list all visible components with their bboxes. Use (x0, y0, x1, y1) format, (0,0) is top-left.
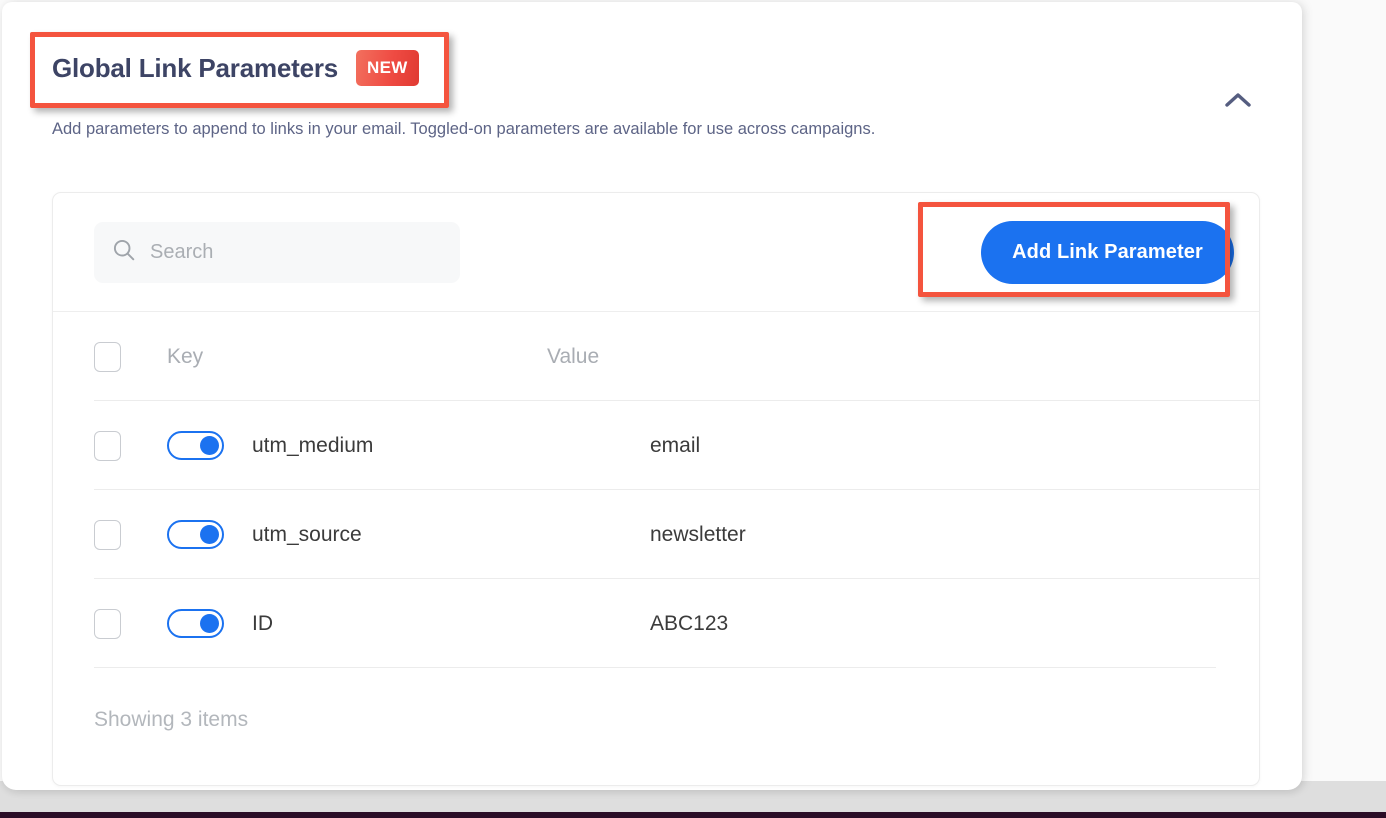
table-row[interactable]: utm_source newsletter (53, 490, 1259, 579)
row-value: newsletter (650, 522, 746, 546)
row-toggle[interactable] (167, 609, 224, 638)
page-title: Global Link Parameters (52, 52, 339, 83)
card-toolbar: Search Add Link Parameter (53, 193, 1259, 312)
table-footer: Showing 3 items (53, 668, 1259, 772)
row-checkbox[interactable] (94, 608, 121, 639)
new-badge: NEW (356, 50, 419, 86)
row-divider (94, 667, 1216, 668)
global-link-parameters-panel: Global Link Parameters NEW Add parameter… (2, 2, 1302, 790)
search-input[interactable]: Search (94, 222, 460, 283)
toggle-knob (200, 614, 219, 633)
chevron-up-icon (1225, 92, 1251, 108)
row-key: ID (252, 611, 273, 635)
table-row[interactable]: utm_medium email (53, 401, 1259, 490)
row-toggle[interactable] (167, 520, 224, 549)
column-header-key: Key (167, 344, 204, 368)
page-root: Global Link Parameters NEW Add parameter… (0, 0, 1386, 818)
add-link-parameter-button[interactable]: Add Link Parameter (981, 221, 1234, 284)
row-toggle[interactable] (167, 431, 224, 460)
row-value: ABC123 (650, 611, 729, 635)
row-key: utm_medium (252, 433, 374, 457)
row-key: utm_source (252, 522, 362, 546)
table-row[interactable]: ID ABC123 (53, 579, 1259, 668)
column-header-value: Value (547, 344, 600, 368)
search-placeholder: Search (150, 241, 214, 263)
row-value: email (650, 433, 701, 457)
select-all-checkbox[interactable] (94, 341, 121, 372)
row-checkbox[interactable] (94, 430, 121, 461)
search-icon (112, 238, 136, 267)
panel-subtitle: Add parameters to append to links in you… (52, 120, 876, 138)
panel-header: Global Link Parameters NEW Add parameter… (2, 2, 1302, 162)
browser-bottom-dark-strip (0, 812, 1386, 818)
table-header-row: Key Value (53, 312, 1259, 401)
collapse-panel-button[interactable] (1218, 80, 1258, 120)
parameters-table: Key Value utm_medium email utm_source ne… (53, 312, 1259, 668)
toggle-knob (200, 525, 219, 544)
items-count-label: Showing 3 items (94, 708, 249, 731)
parameters-card: Search Add Link Parameter Key Value utm_… (52, 192, 1260, 786)
title-row: Global Link Parameters NEW (52, 50, 419, 86)
toggle-knob (200, 436, 219, 455)
row-checkbox[interactable] (94, 519, 121, 550)
